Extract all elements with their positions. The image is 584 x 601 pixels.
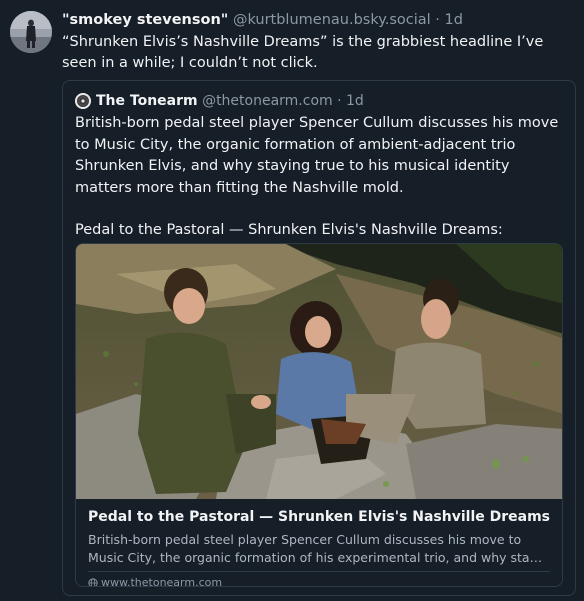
quoted-post-paragraph: Pedal to the Pastoral — Shrunken Elvis's… [75, 222, 503, 238]
avatar-photo [10, 11, 52, 53]
link-preview-domain-text: www.thetonearm.com [101, 576, 223, 587]
link-preview-description: British-born pedal steel player Spencer … [88, 531, 548, 567]
post-text: “Shrunken Elvis’s Nashville Dreams” is t… [62, 34, 544, 71]
post-header: "smokey stevenson" @kurtblumenau.bsky.so… [62, 10, 463, 30]
link-preview-image [76, 244, 562, 499]
quoted-post[interactable]: The Tonearm @thetonearm.com · 1d British… [62, 80, 576, 596]
quoted-author-display-name[interactable]: The Tonearm [96, 91, 198, 111]
divider [88, 571, 550, 572]
link-preview-card[interactable]: Pedal to the Pastoral — Shrunken Elvis's… [75, 243, 563, 587]
link-preview-title: Pedal to the Pastoral — Shrunken Elvis's… [88, 509, 550, 525]
quoted-author-handle[interactable]: @thetonearm.com [202, 91, 333, 111]
separator-dot: · [435, 12, 440, 28]
record-icon [75, 93, 91, 109]
link-preview-description-line: Music City, the organic formation of his… [88, 550, 548, 565]
quoted-post-timestamp[interactable]: 1d [346, 91, 364, 111]
link-preview-domain: www.thetonearm.com [88, 576, 223, 587]
globe-icon [88, 578, 98, 586]
quoted-post-header: The Tonearm @thetonearm.com · 1d [75, 91, 364, 111]
feed-post[interactable]: "smokey stevenson" @kurtblumenau.bsky.so… [0, 0, 584, 601]
quoted-author-avatar[interactable] [75, 93, 91, 109]
avatar[interactable] [10, 11, 52, 53]
link-preview-description-line: British-born pedal steel player Spencer … [88, 532, 522, 547]
post-timestamp[interactable]: 1d [445, 12, 463, 28]
author-display-name[interactable]: "smokey stevenson" [62, 12, 228, 28]
separator-dot: · [337, 93, 342, 109]
quoted-post-text: British-born pedal steel player Spencer … [75, 113, 567, 242]
quoted-post-paragraph: British-born pedal steel player Spencer … [75, 115, 559, 196]
author-handle[interactable]: @kurtblumenau.bsky.social [233, 12, 431, 28]
